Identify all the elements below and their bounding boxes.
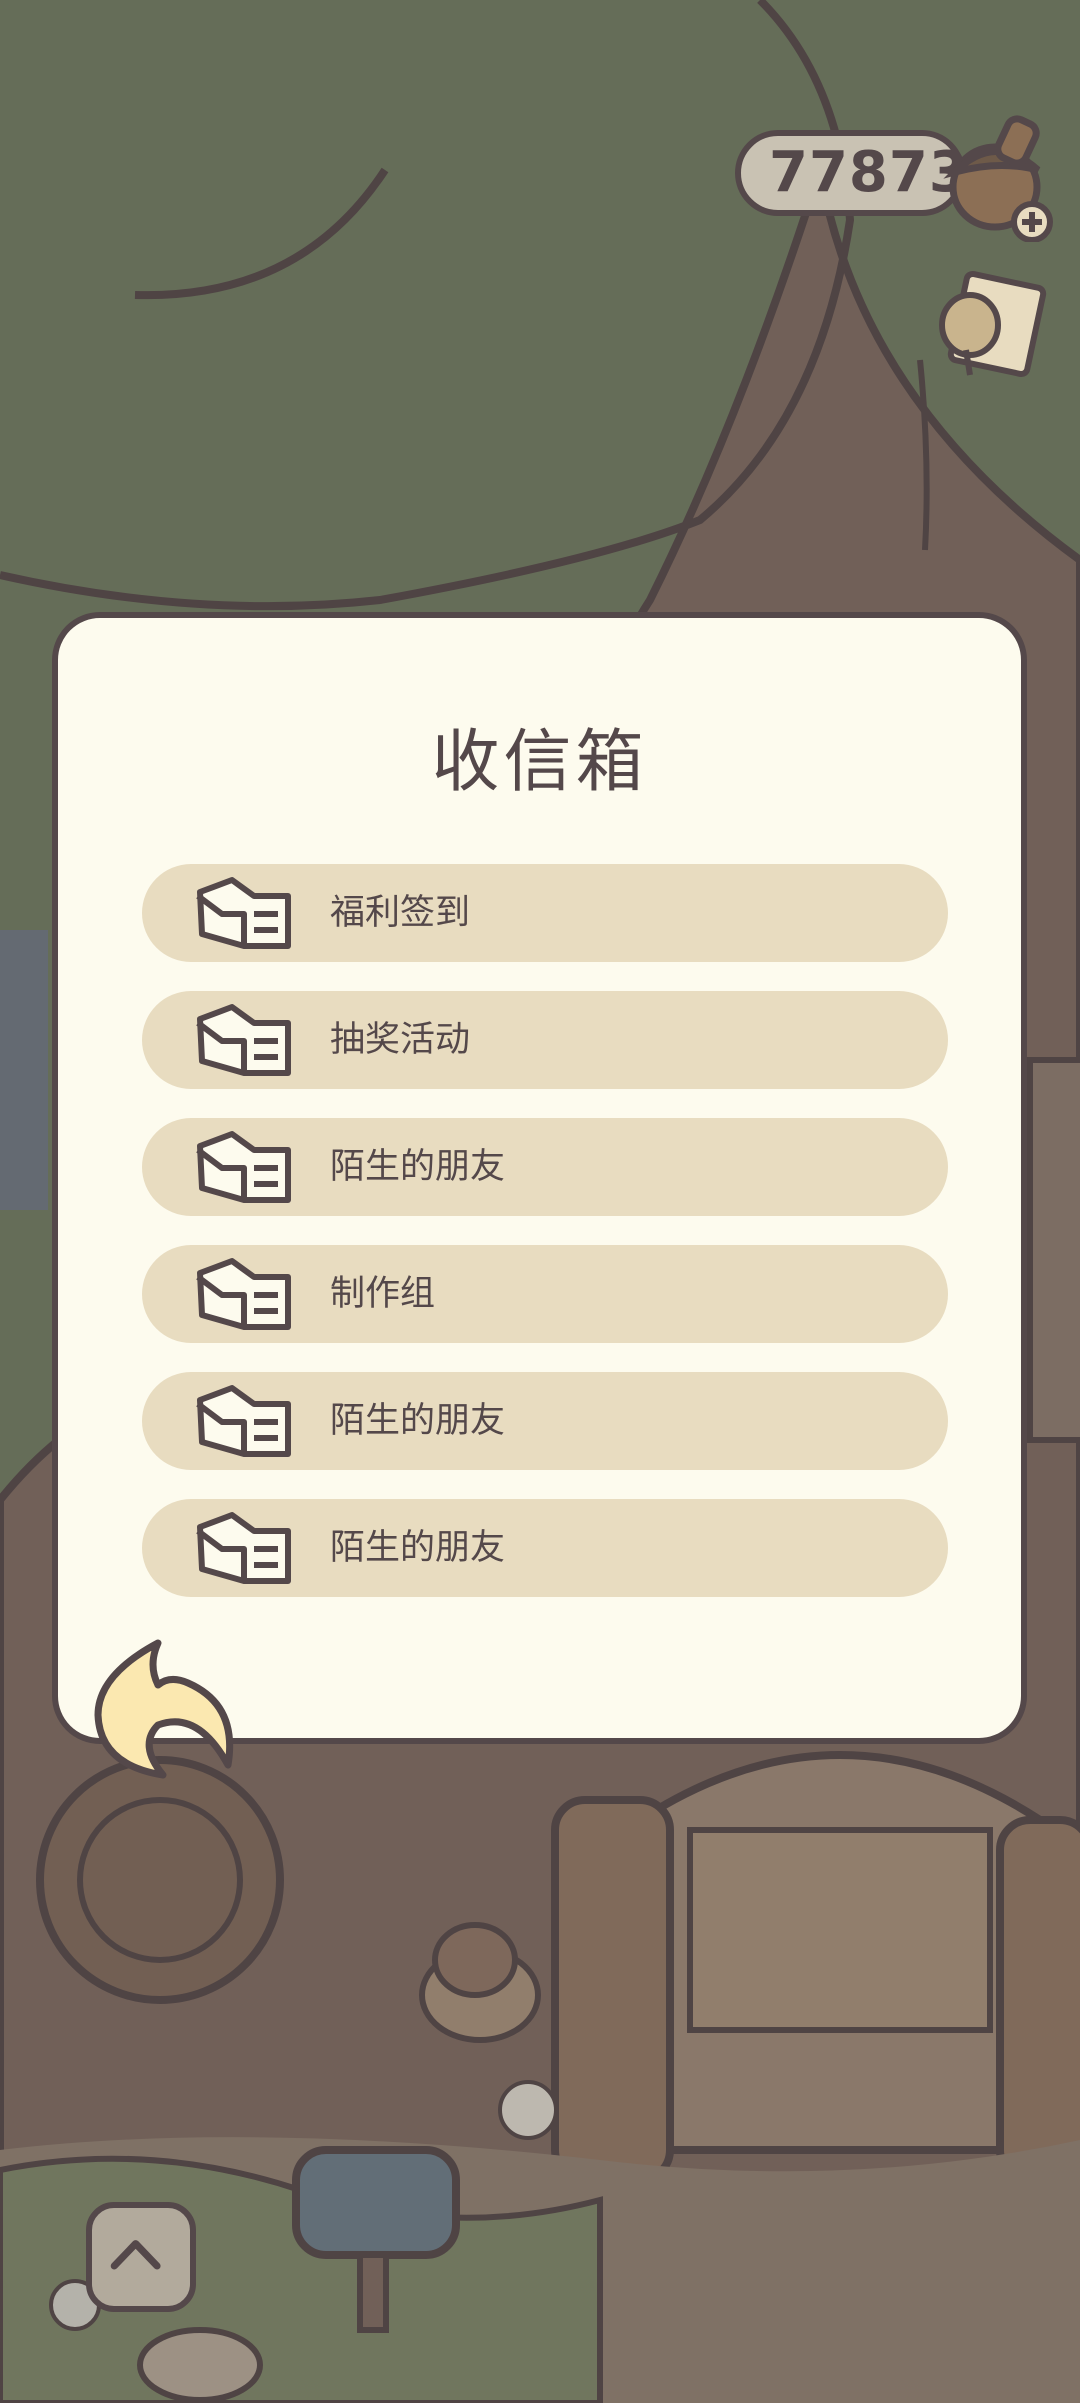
mail-item[interactable]: 陌生的朋友 xyxy=(142,1118,948,1216)
letter-icon xyxy=(196,1258,291,1330)
mail-item-label: 制作组 xyxy=(330,1274,436,1314)
back-arrow-icon[interactable] xyxy=(88,1635,238,1785)
currency-amount: 77873 xyxy=(769,140,969,205)
letter-icon xyxy=(196,877,291,949)
letter-icon xyxy=(196,1131,291,1203)
plus-icon[interactable] xyxy=(1011,201,1053,242)
mail-item[interactable]: 制作组 xyxy=(142,1245,948,1343)
mail-item-label: 陌生的朋友 xyxy=(330,1401,506,1441)
mail-item[interactable]: 陌生的朋友 xyxy=(142,1372,948,1470)
dialog-title: 收信箱 xyxy=(431,723,648,802)
letter-icon xyxy=(196,1004,291,1076)
inbox-dialog: 收信箱 福利签到 抽奖活动 陌生的朋友 制作组 陌生的朋友 陌生的朋友 xyxy=(52,612,1027,1744)
mail-item[interactable]: 陌生的朋友 xyxy=(142,1499,948,1597)
currency-counter: 77873 xyxy=(735,130,968,216)
mail-item-label: 福利签到 xyxy=(330,893,471,933)
letter-icon xyxy=(196,1512,291,1584)
mail-item[interactable]: 抽奖活动 xyxy=(142,991,948,1089)
ticket-icon[interactable] xyxy=(930,270,1050,390)
mail-item-label: 抽奖活动 xyxy=(330,1020,471,1060)
mail-item-label: 陌生的朋友 xyxy=(330,1147,506,1187)
acorn-icon[interactable] xyxy=(940,112,1060,242)
mail-item-label: 陌生的朋友 xyxy=(330,1528,506,1568)
mail-item[interactable]: 福利签到 xyxy=(142,864,948,962)
scroll-up-button[interactable] xyxy=(86,2202,196,2312)
chevron-up-icon xyxy=(110,2240,161,2270)
letter-icon xyxy=(196,1385,291,1457)
